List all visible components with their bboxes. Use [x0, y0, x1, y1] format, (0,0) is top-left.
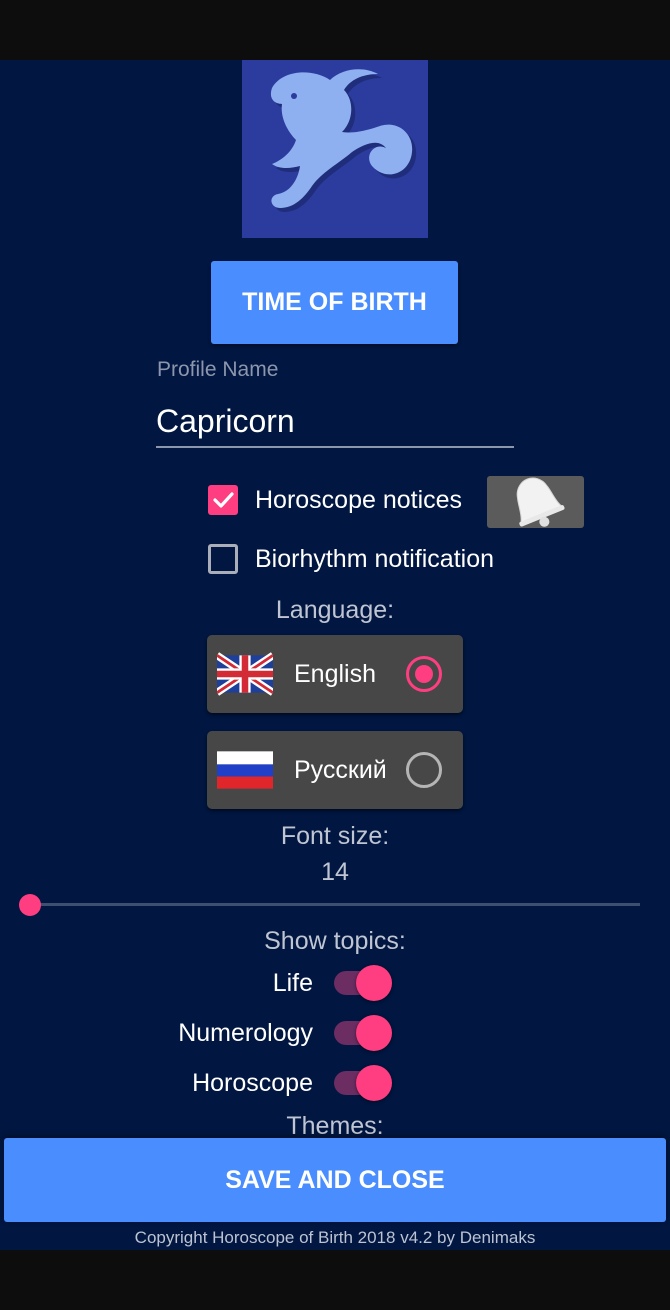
biorhythm-notification-checkbox[interactable] [208, 544, 238, 574]
settings-screen: TIME OF BIRTH Profile Name Capricorn Hor… [0, 60, 670, 1250]
font-size-title: Font size: [280, 822, 390, 850]
copyright-text: Copyright Horoscope of Birth 2018 v4.2 b… [134, 1228, 536, 1247]
biorhythm-notification-row[interactable]: Biorhythm notification [208, 544, 494, 574]
font-size-value: 14 [321, 858, 349, 886]
topic-label-numerology: Numerology [178, 1019, 313, 1047]
time-of-birth-button[interactable]: TIME OF BIRTH [211, 261, 458, 344]
language-title: Language: [275, 596, 395, 624]
check-icon [213, 492, 234, 508]
themes-title: Themes: [286, 1112, 384, 1140]
capricorn-icon [242, 60, 428, 238]
save-and-close-button[interactable]: SAVE AND CLOSE [4, 1138, 666, 1222]
language-radio-english[interactable] [406, 656, 442, 692]
horoscope-notices-checkbox[interactable] [208, 485, 238, 515]
language-label-russian: Русский [294, 755, 387, 784]
biorhythm-notification-label: Biorhythm notification [255, 544, 495, 573]
topic-label-horoscope: Horoscope [192, 1069, 313, 1097]
topic-label-life: Life [272, 969, 313, 997]
uk-flag-icon [217, 652, 273, 696]
language-radio-russian[interactable] [406, 752, 442, 788]
horoscope-notices-label: Horoscope notices [255, 485, 463, 514]
topic-row-horoscope: Horoscope [0, 1063, 670, 1103]
notification-bell-button[interactable] [487, 476, 584, 528]
topic-row-life: Life [0, 963, 670, 1003]
profile-name-label: Profile Name [157, 358, 279, 381]
font-size-slider-thumb[interactable] [19, 894, 41, 916]
topic-row-numerology: Numerology [0, 1013, 670, 1053]
language-option-russian[interactable]: Русский [207, 731, 463, 809]
font-size-slider-track[interactable] [30, 903, 640, 906]
topic-switch-life[interactable] [334, 963, 394, 1003]
language-option-english[interactable]: English [207, 635, 463, 713]
russia-flag-icon [217, 751, 273, 789]
topic-switch-numerology[interactable] [334, 1013, 394, 1053]
language-label-english: English [294, 659, 376, 688]
profile-name-input[interactable]: Capricorn [156, 396, 514, 448]
bell-icon [516, 477, 565, 527]
topic-switch-horoscope[interactable] [334, 1063, 394, 1103]
show-topics-title: Show topics: [264, 927, 406, 955]
horoscope-notices-row[interactable]: Horoscope notices [208, 485, 462, 515]
